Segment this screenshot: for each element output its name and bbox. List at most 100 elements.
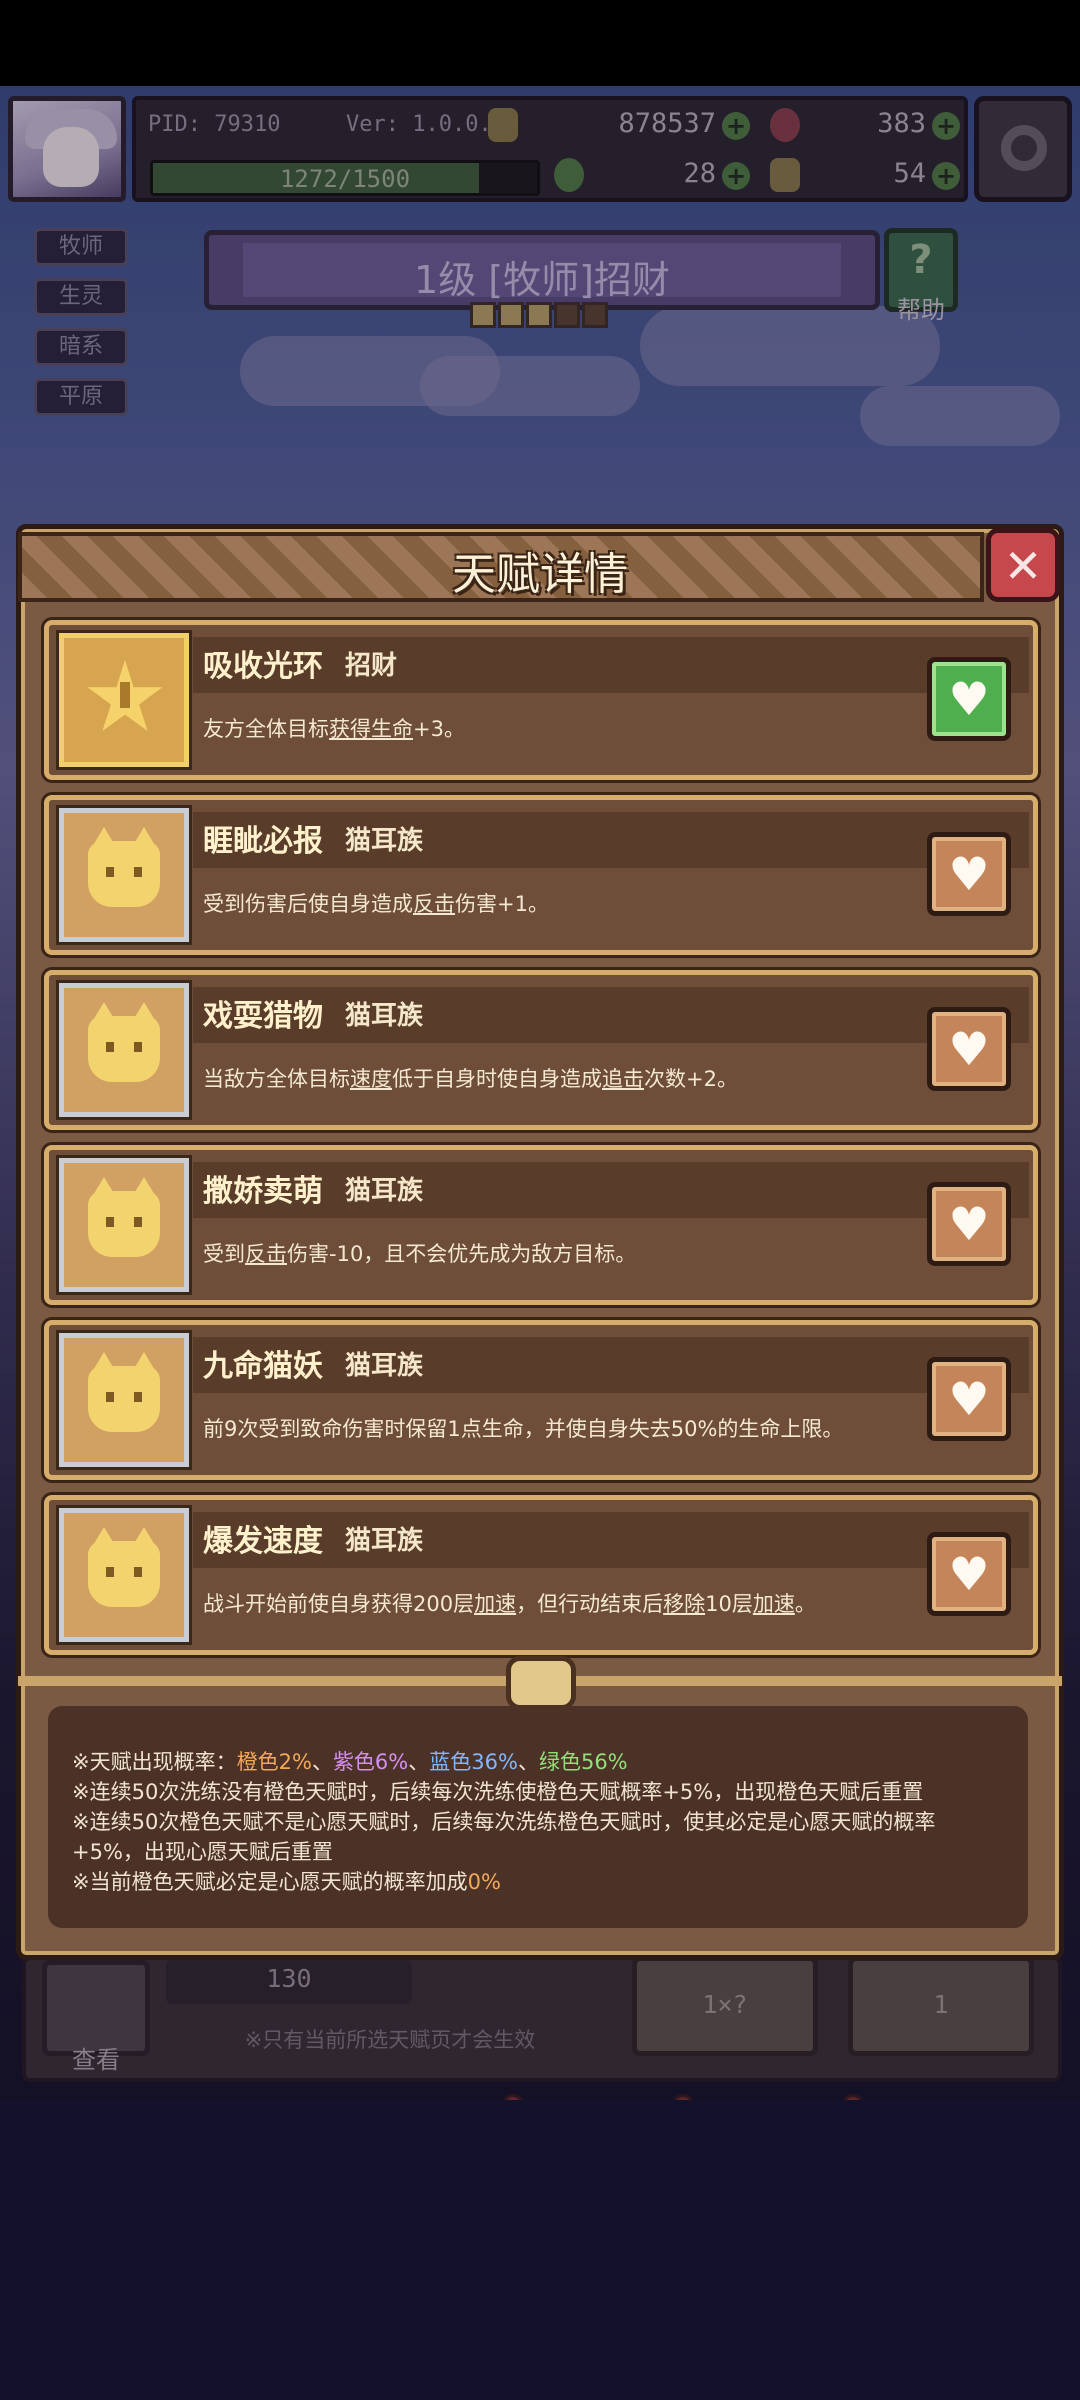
talent-name: 吸收光环 <box>203 649 323 684</box>
cat-eye <box>106 1042 114 1052</box>
keyword-link[interactable]: 速度 <box>350 1067 392 1091</box>
heart-icon: ♥ <box>948 672 990 726</box>
rate-blue: 蓝色36% <box>429 1750 518 1774</box>
description-text: 低于自身时使自身造成 <box>392 1067 602 1091</box>
rate-prefix: ※天赋出现概率： <box>72 1750 237 1774</box>
cat-icon <box>88 827 160 907</box>
description-text: 友方全体目标 <box>203 717 329 741</box>
heart-icon: ♥ <box>948 1372 990 1426</box>
talent-name: 戏耍猎物 <box>203 999 323 1034</box>
cat-eye <box>106 867 114 877</box>
cat-eye <box>134 867 142 877</box>
talent-rate-line: ※天赋出现概率：橙色2%、紫色6%、蓝色36%、绿色56% <box>72 1746 628 1776</box>
rate-separator: 、 <box>311 1750 333 1774</box>
keyword-link[interactable]: 移除 <box>663 1592 705 1616</box>
talent-race: 猫耳族 <box>345 1351 424 1381</box>
talent-name: 九命猫妖 <box>203 1349 323 1384</box>
keyword-link[interactable]: 反击 <box>245 1242 287 1266</box>
wish-heart-button[interactable]: ♥ <box>927 657 1011 741</box>
description-text: 当敌方全体目标 <box>203 1067 350 1091</box>
talent-description: 受到反击伤害-10，且不会优先成为敌方目标。 <box>203 1238 943 1268</box>
rate-green: 绿色56% <box>538 1750 628 1774</box>
description-text: 。 <box>794 1592 816 1616</box>
talent-description: 受到伤害后使自身造成反击伤害+1。 <box>203 888 943 918</box>
cat-icon <box>88 1352 160 1432</box>
talent-race: 猫耳族 <box>345 1526 424 1556</box>
wish-heart-button[interactable]: ♥ <box>927 1182 1011 1266</box>
close-icon: ✕ <box>1003 539 1043 593</box>
rate-separator: 、 <box>517 1750 539 1774</box>
description-text: +3。 <box>413 717 465 741</box>
description-text: 伤害+1。 <box>455 892 549 916</box>
heart-icon: ♥ <box>948 847 990 901</box>
keyword-link[interactable]: 获得生命 <box>329 717 413 741</box>
talent-description: 战斗开始前使自身获得200层加速，但行动结束后移除10层加速。 <box>203 1588 943 1618</box>
description-text: 受到 <box>203 1242 245 1266</box>
description-text: 伤害-10，且不会优先成为敌方目标。 <box>287 1242 637 1266</box>
talent-description: 前9次受到致命伤害时保留1点生命，并使自身失去50%的生命上限。 <box>203 1413 943 1443</box>
talent-description: 当敌方全体目标速度低于自身时使自身造成追击次数+2。 <box>203 1063 943 1093</box>
wish-rule-line-cont: +5%，出现心愿天赋后重置 <box>72 1840 333 1864</box>
description-text: ，但行动结束后 <box>516 1592 664 1616</box>
cat-icon <box>88 1527 160 1607</box>
cat-eye <box>134 1217 142 1227</box>
talent-icon-frame <box>59 633 189 767</box>
heart-icon: ♥ <box>948 1547 990 1601</box>
talent-icon-frame <box>59 1158 189 1292</box>
talent-row[interactable]: 撒娇卖萌 猫耳族 受到反击伤害-10，且不会优先成为敌方目标。 ♥ <box>44 1145 1038 1305</box>
talent-icon-frame <box>59 983 189 1117</box>
rate-separator: 、 <box>408 1750 430 1774</box>
description-text: 次数+2。 <box>644 1067 738 1091</box>
talent-row[interactable]: 吸收光环 招财 友方全体目标获得生命+3。 ♥ <box>44 620 1038 780</box>
cat-icon <box>88 1177 160 1257</box>
talent-row[interactable]: 戏耍猎物 猫耳族 当敌方全体目标速度低于自身时使自身造成追击次数+2。 ♥ <box>44 970 1038 1130</box>
wish-heart-button[interactable]: ♥ <box>927 1007 1011 1091</box>
talent-row[interactable]: 睚眦必报 猫耳族 受到伤害后使自身造成反击伤害+1。 ♥ <box>44 795 1038 955</box>
talent-row[interactable]: 爆发速度 猫耳族 战斗开始前使自身获得200层加速，但行动结束后移除10层加速。 ♥ <box>44 1495 1038 1655</box>
wish-bonus-label: ※当前橙色天赋必定是心愿天赋的概率加成 <box>72 1870 468 1894</box>
rate-purple: 紫色6% <box>332 1750 409 1774</box>
divider-ornament <box>506 1656 576 1710</box>
pity-rule-line: ※连续50次洗练没有橙色天赋时，后续每次洗练使橙色天赋概率+5%，出现橙色天赋后… <box>72 1780 924 1804</box>
heart-icon: ♥ <box>948 1197 990 1251</box>
talent-name: 爆发速度 <box>203 1524 323 1559</box>
wish-bonus-value: 0% <box>467 1870 501 1894</box>
wish-heart-button[interactable]: ♥ <box>927 832 1011 916</box>
rate-orange: 橙色2% <box>236 1750 312 1774</box>
status-bar <box>0 0 1080 86</box>
talent-icon-frame <box>59 1333 189 1467</box>
keyword-link[interactable]: 加速 <box>753 1592 795 1616</box>
talent-name: 睚眦必报 <box>203 824 323 859</box>
cat-eye <box>106 1392 114 1402</box>
cat-eye <box>134 1042 142 1052</box>
talent-icon-frame <box>59 1508 189 1642</box>
cat-eye <box>134 1392 142 1402</box>
wish-heart-button[interactable]: ♥ <box>927 1532 1011 1616</box>
talent-race: 猫耳族 <box>345 1001 424 1031</box>
talent-name: 撒娇卖萌 <box>203 1174 323 1209</box>
cat-eye <box>106 1217 114 1227</box>
talent-row[interactable]: 九命猫妖 猫耳族前9次受到致命伤害时保留1点生命，并使自身失去50%的生命上限。 ♥ <box>44 1320 1038 1480</box>
keyword-link[interactable]: 追击 <box>602 1067 644 1091</box>
cat-eye <box>106 1567 114 1577</box>
bottom-area <box>0 2100 1080 2400</box>
cat-icon <box>88 1002 160 1082</box>
description-text: 前9次受到致命伤害时保留1点生命，并使自身失去50%的生命上限。 <box>203 1417 844 1441</box>
star-mark <box>120 682 130 708</box>
wish-bonus-line: ※当前橙色天赋必定是心愿天赋的概率加成0% <box>72 1866 501 1896</box>
wish-rule-line: ※连续50次橙色天赋不是心愿天赋时，后续每次洗练橙色天赋时，使其必定是心愿天赋的… <box>72 1810 936 1834</box>
talent-description: 友方全体目标获得生命+3。 <box>203 713 943 743</box>
talent-icon-frame <box>59 808 189 942</box>
close-button[interactable]: ✕ <box>986 528 1060 602</box>
heart-icon: ♥ <box>948 1022 990 1076</box>
description-text: 战斗开始前使自身获得200层 <box>203 1592 475 1616</box>
talent-race: 猫耳族 <box>345 1176 424 1206</box>
talent-race: 招财 <box>345 651 398 681</box>
keyword-link[interactable]: 反击 <box>413 892 455 916</box>
modal-title: 天赋详情 <box>452 549 628 600</box>
talent-race: 猫耳族 <box>345 826 424 856</box>
description-text: 10层 <box>705 1592 753 1616</box>
wish-heart-button[interactable]: ♥ <box>927 1357 1011 1441</box>
keyword-link[interactable]: 加速 <box>474 1592 516 1616</box>
description-text: 受到伤害后使自身造成 <box>203 892 413 916</box>
